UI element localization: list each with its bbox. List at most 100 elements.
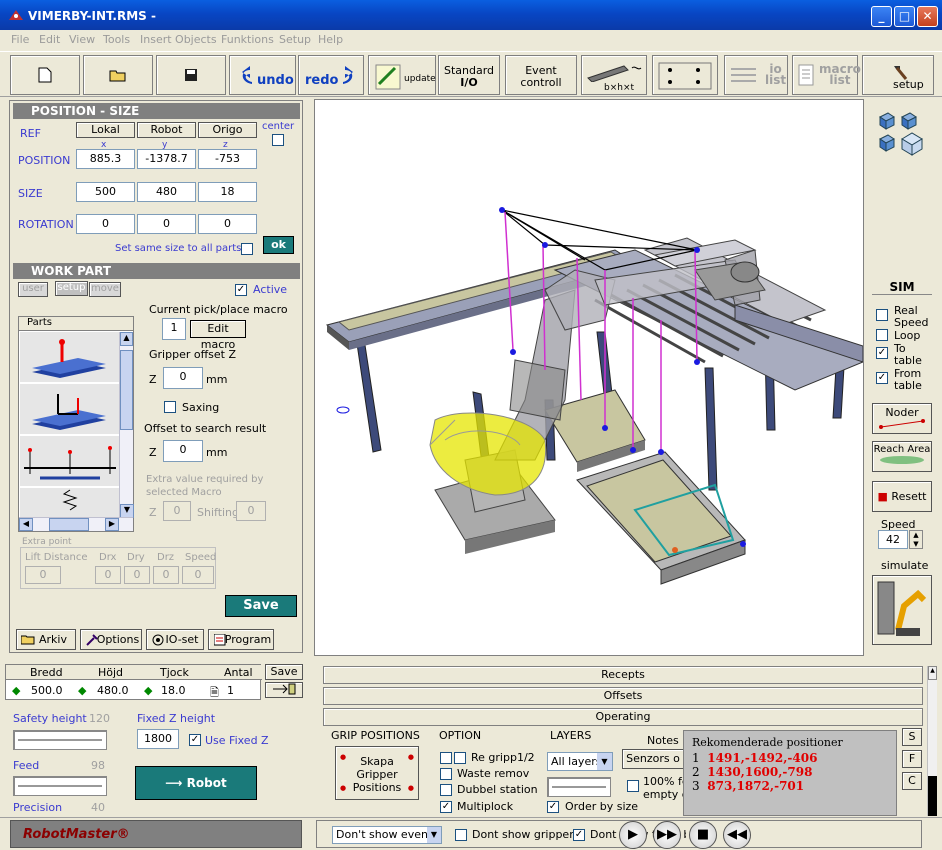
tab-io-set[interactable]: IO-set [146, 629, 204, 650]
minimize-button[interactable]: _ [871, 6, 892, 27]
rotation-z-input[interactable]: 0 [198, 214, 257, 234]
offsets-bar[interactable]: Offsets [323, 687, 923, 705]
save-dims-button[interactable]: Save [265, 664, 303, 680]
offset-search-input[interactable]: 0 [163, 440, 203, 462]
senzors-button[interactable]: Senzors o [622, 749, 684, 769]
shifting-input[interactable]: 0 [236, 501, 266, 521]
from-table-checkbox[interactable]: ✓ [876, 372, 888, 384]
loop-checkbox[interactable] [876, 329, 888, 341]
skapa-gripper-button[interactable]: Skapa Gripper Positions ● ● ● ● [335, 746, 419, 800]
rewind-button[interactable]: ◀◀ [723, 821, 751, 849]
parts-list[interactable]: Parts ▲ ▼ ◀ ▶ [18, 316, 134, 532]
gripper-offset-input[interactable]: 0 [163, 367, 203, 389]
open-button[interactable] [83, 55, 153, 95]
operations-scrollbar[interactable]: ▲ [927, 666, 937, 816]
parts-horizontal-scrollbar[interactable]: ◀ ▶ [19, 517, 133, 531]
operating-bar[interactable]: Operating [323, 708, 923, 726]
center-checkbox[interactable] [272, 134, 284, 146]
size-z-input[interactable]: 18 [198, 182, 257, 202]
menu-file[interactable]: File [11, 33, 29, 46]
io-list-button[interactable]: io list [724, 55, 788, 95]
macro-list-button[interactable]: macro list [792, 55, 861, 95]
macro-input[interactable]: 1 [162, 318, 186, 340]
menu-tools[interactable]: Tools [103, 33, 130, 46]
dubbel-station-checkbox[interactable] [440, 784, 452, 796]
setup-button[interactable]: setup [862, 55, 934, 95]
multiplock-checkbox[interactable]: ✓ [440, 801, 452, 813]
tab-program[interactable]: Program [208, 629, 274, 650]
use-fixed-z-checkbox[interactable]: ✓ [189, 734, 201, 746]
view-cubes-icon[interactable] [876, 109, 932, 157]
events-select[interactable]: Don't show events ▼ [332, 826, 442, 844]
reset-button[interactable]: ■ Resett [872, 481, 932, 512]
robot-button[interactable]: ⟶ Robot [135, 766, 257, 800]
size-y-input[interactable]: 480 [137, 182, 196, 202]
scroll-thumb[interactable] [928, 776, 937, 816]
scroll-left-arrow-icon[interactable]: ◀ [19, 518, 33, 531]
tab-setup[interactable]: setup [55, 281, 88, 296]
ok-button[interactable]: ok [263, 236, 294, 254]
dry-input[interactable]: 0 [124, 566, 150, 584]
undo-button[interactable]: undo [229, 55, 296, 95]
stop-button[interactable]: ■ [689, 821, 717, 849]
lift-distance-input[interactable]: 0 [25, 566, 61, 584]
chevron-down-icon[interactable]: ▼ [427, 827, 441, 843]
regrip-checkbox-2[interactable] [454, 752, 466, 764]
position-y-input[interactable]: -1378.7 [137, 149, 196, 169]
scroll-right-arrow-icon[interactable]: ▶ [105, 518, 119, 531]
s-button[interactable]: S [902, 728, 922, 746]
to-table-checkbox[interactable]: ✓ [876, 347, 888, 359]
extra-z-input[interactable]: 0 [163, 501, 191, 521]
scroll-up-arrow-icon[interactable]: ▲ [120, 332, 133, 346]
fixed-z-input[interactable]: 1800 [137, 729, 179, 749]
parts-vertical-scrollbar[interactable]: ▲ ▼ [119, 332, 134, 518]
tab-user[interactable]: user [18, 282, 48, 297]
tab-move[interactable]: move [89, 282, 121, 297]
speed-input[interactable]: 0 [182, 566, 214, 584]
real-speed-checkbox[interactable] [876, 309, 888, 321]
hscroll-thumb[interactable] [49, 518, 89, 531]
reach-area-button[interactable]: Reach Area [872, 441, 932, 472]
scroll-down-arrow-icon[interactable]: ▼ [120, 504, 134, 518]
noder-button[interactable]: Noder [872, 403, 932, 434]
feed-slider[interactable] [13, 776, 107, 796]
dont-show-track-box-checkbox[interactable]: ✓ [573, 829, 585, 841]
redo-button[interactable]: redo [298, 55, 364, 95]
layers-slider[interactable] [547, 777, 611, 797]
maximize-button[interactable]: □ [894, 6, 915, 27]
saxing-checkbox[interactable] [164, 401, 176, 413]
speed-spinner[interactable]: ▲ ▼ [909, 530, 923, 549]
active-checkbox[interactable]: ✓ [235, 284, 247, 296]
menu-help[interactable]: Help [318, 33, 343, 46]
dont-show-grippers-checkbox[interactable] [455, 829, 467, 841]
menu-setup[interactable]: Setup [279, 33, 311, 46]
c-button[interactable]: C [902, 772, 922, 790]
layers-select[interactable]: All layers ▼ [547, 752, 613, 771]
position-x-input[interactable]: 885.3 [76, 149, 135, 169]
3d-viewport[interactable] [314, 99, 865, 656]
close-button[interactable]: ✕ [917, 6, 938, 27]
menu-view[interactable]: View [69, 33, 95, 46]
tab-robot[interactable]: Robot [137, 122, 196, 138]
tab-options[interactable]: Options [80, 629, 142, 650]
play-button[interactable]: ▶ [619, 821, 647, 849]
menu-edit[interactable]: Edit [39, 33, 60, 46]
edit-macro-button[interactable]: Edit macro [190, 320, 246, 351]
order-by-size-checkbox[interactable]: ✓ [547, 801, 559, 813]
full-feed-checkbox[interactable] [627, 780, 639, 792]
menu-funktions[interactable]: Funktions [221, 33, 274, 46]
fast-forward-button[interactable]: ▶▶ [653, 821, 681, 849]
drx-input[interactable]: 0 [95, 566, 121, 584]
export-dims-button[interactable] [265, 682, 303, 698]
recepts-bar[interactable]: Recepts [323, 666, 923, 684]
drz-input[interactable]: 0 [153, 566, 179, 584]
f-button[interactable]: F [902, 750, 922, 768]
rotation-x-input[interactable]: 0 [76, 214, 135, 234]
waste-remov-checkbox[interactable] [440, 768, 452, 780]
event-controll-button[interactable]: Event controll [505, 55, 577, 95]
new-button[interactable] [10, 55, 80, 95]
safety-height-slider[interactable] [13, 730, 107, 750]
tab-origo[interactable]: Origo [198, 122, 257, 138]
tab-lokal[interactable]: Lokal [76, 122, 135, 138]
scroll-up-arrow-icon[interactable]: ▲ [928, 666, 937, 680]
